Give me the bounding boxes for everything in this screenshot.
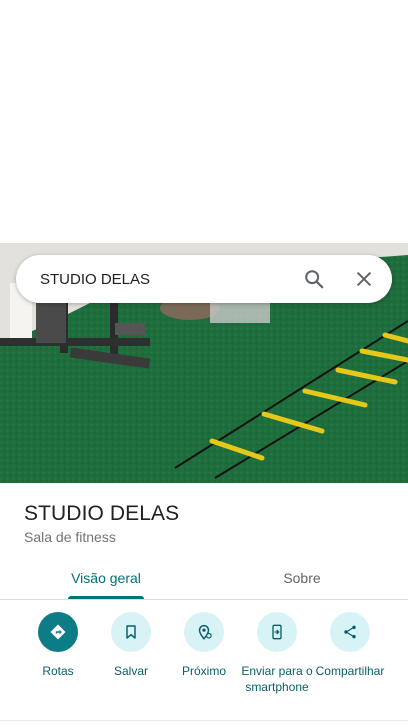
directions-button[interactable]: Rotas: [21, 612, 95, 679]
tab-about[interactable]: Sobre: [252, 556, 352, 600]
send-to-phone-label: Enviar para o smartphone: [241, 664, 313, 694]
place-title: STUDIO DELAS: [24, 502, 180, 525]
share-label: Compartilhar: [315, 664, 385, 678]
share-icon: [330, 612, 370, 652]
search-query[interactable]: STUDIO DELAS: [40, 271, 294, 288]
search-bar[interactable]: STUDIO DELAS: [16, 255, 392, 303]
search-icon[interactable]: [294, 259, 334, 299]
close-icon[interactable]: [344, 259, 384, 299]
directions-label: Rotas: [42, 664, 74, 678]
save-button[interactable]: Salvar: [94, 612, 168, 679]
share-button[interactable]: Compartilhar: [313, 612, 387, 679]
nearby-label: Próximo: [181, 664, 226, 678]
send-to-phone-button[interactable]: Enviar para o smartphone: [240, 612, 314, 695]
tab-selected-indicator: [68, 596, 144, 599]
divider: [0, 720, 408, 721]
nearby-icon: [184, 612, 224, 652]
tab-overview[interactable]: Visão geral: [56, 556, 156, 600]
bookmark-icon: [111, 612, 151, 652]
place-category: Sala de fitness: [24, 529, 116, 545]
nearby-button[interactable]: Próximo: [167, 612, 241, 679]
action-bar: Rotas Salvar Próximo Enviar para o smart…: [0, 612, 408, 712]
map-blank-area: [0, 0, 408, 243]
save-label: Salvar: [113, 664, 148, 678]
directions-icon: [38, 612, 78, 652]
place-tabs: Visão geral Sobre: [0, 556, 408, 600]
send-to-phone-icon: [257, 612, 297, 652]
